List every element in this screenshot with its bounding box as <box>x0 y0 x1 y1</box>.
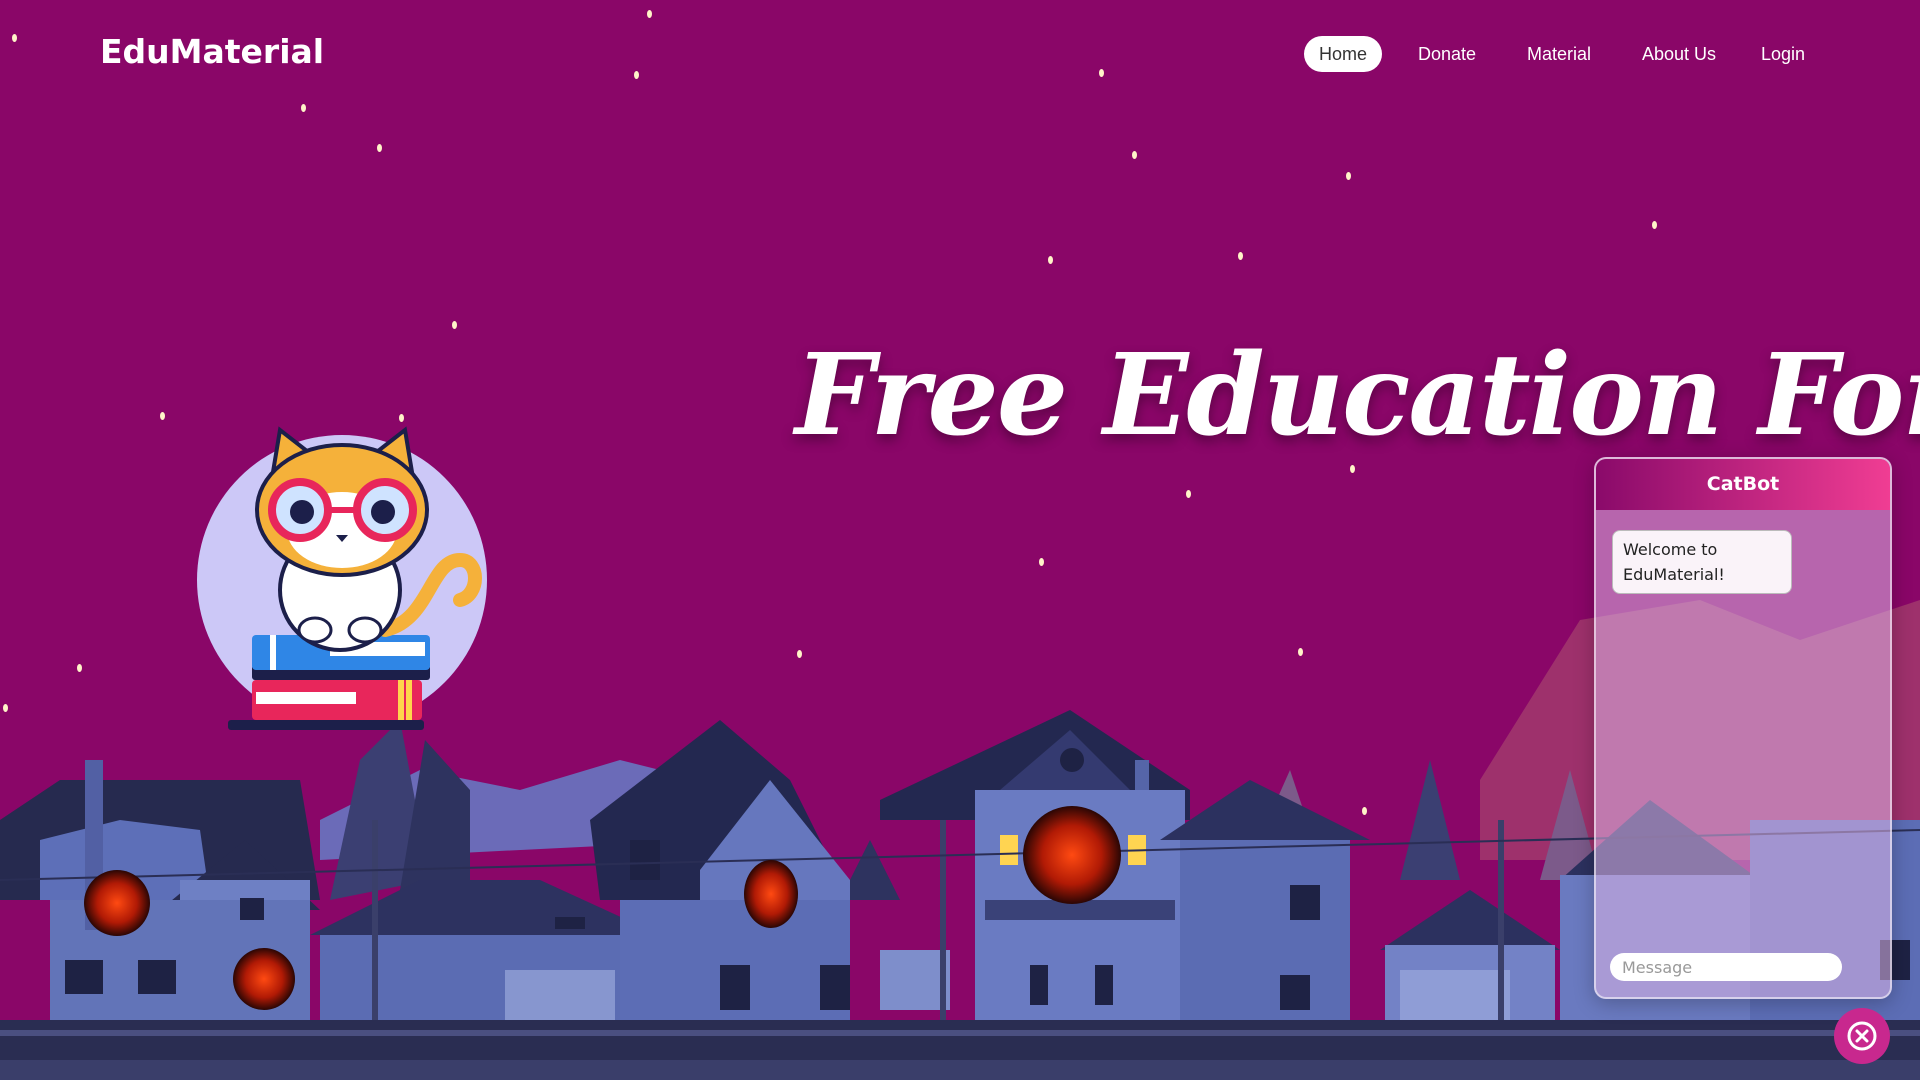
main-nav: Home Donate Material About Us Login <box>0 36 1920 72</box>
nav-login[interactable]: Login <box>1746 36 1820 72</box>
nav-material[interactable]: Material <box>1512 36 1606 72</box>
nav-home[interactable]: Home <box>1304 36 1383 72</box>
nav-about-us[interactable]: About Us <box>1627 36 1731 72</box>
chat-message-bot: Welcome to EduMaterial! <box>1612 530 1792 594</box>
chatbot-panel: CatBot Welcome to EduMaterial! <box>1594 457 1892 999</box>
hero-title: Free Education For All <box>795 330 1920 461</box>
page: EduMaterial Home Donate Material About U… <box>0 0 1920 1080</box>
chatbot-title: CatBot <box>1596 459 1890 510</box>
chat-message-input[interactable] <box>1610 953 1842 981</box>
chatbot-toggle-button[interactable] <box>1834 1008 1890 1064</box>
cat-mascot-illustration <box>197 426 487 730</box>
nav-donate[interactable]: Donate <box>1403 36 1491 72</box>
close-circle-icon <box>1847 1021 1877 1051</box>
